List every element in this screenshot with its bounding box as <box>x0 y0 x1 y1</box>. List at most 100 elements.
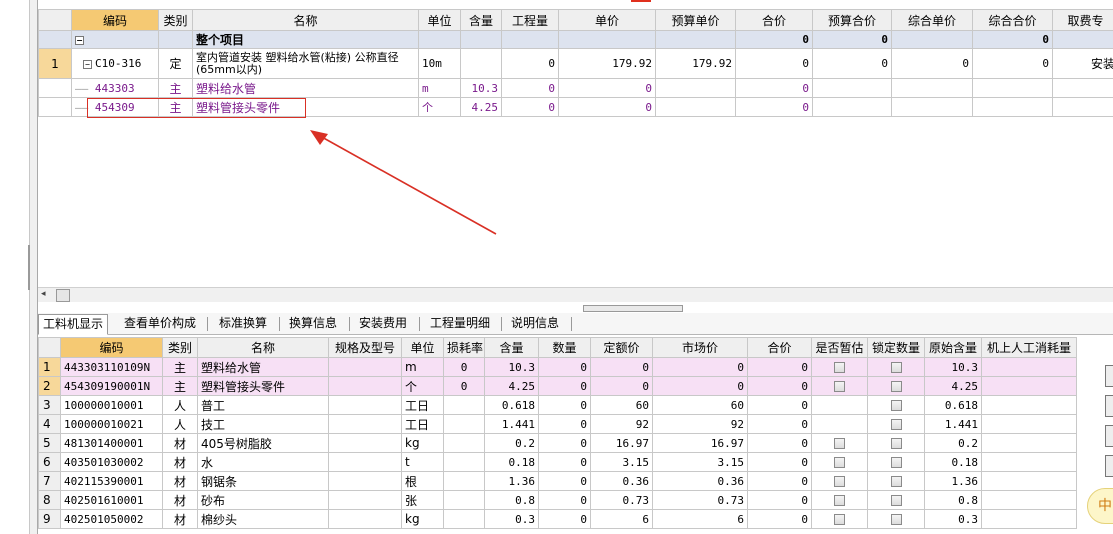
bh-qty[interactable]: 数量 <box>538 337 591 358</box>
bh-spec[interactable]: 规格及型号 <box>328 337 402 358</box>
bh-name[interactable]: 名称 <box>197 337 329 358</box>
row-name[interactable]: 塑料给水管 <box>197 357 329 377</box>
row-code[interactable]: 481301400001 <box>60 433 163 453</box>
row-machine-labor[interactable] <box>981 357 1077 377</box>
item-unit[interactable]: 10m <box>418 48 461 79</box>
bh-content[interactable]: 含量 <box>484 337 539 358</box>
row-code[interactable]: 402501050002 <box>60 509 163 529</box>
sub-name[interactable]: 塑料给水管 <box>192 78 419 98</box>
row-number[interactable]: 6 <box>38 452 61 472</box>
row-number[interactable]: 3 <box>38 395 61 415</box>
row-code[interactable]: 402115390001 <box>60 471 163 491</box>
sub-unit[interactable]: 个 <box>418 97 461 117</box>
row-machine-labor[interactable] <box>981 509 1077 529</box>
row-spec[interactable] <box>328 452 402 472</box>
row-spec[interactable] <box>328 490 402 510</box>
row-market-price[interactable]: 6 <box>652 509 748 529</box>
row-provisional-cell[interactable] <box>811 471 868 491</box>
row-market-price[interactable]: 60 <box>652 395 748 415</box>
row-spec[interactable] <box>328 509 402 529</box>
row-loss[interactable]: 0 <box>443 376 485 396</box>
row-orig-content[interactable]: 0.8 <box>924 490 982 510</box>
row-number[interactable]: 7 <box>38 471 61 491</box>
row-machine-labor[interactable] <box>981 395 1077 415</box>
row-loss[interactable] <box>443 471 485 491</box>
provisional-checkbox[interactable] <box>834 381 845 392</box>
top-header-price[interactable]: 单价 <box>558 9 656 31</box>
item-fee[interactable]: 安装 <box>1052 48 1113 79</box>
tab-labor-material[interactable]: 工料机显示 <box>38 314 109 335</box>
row-orig-content[interactable]: 0.618 <box>924 395 982 415</box>
material-row[interactable]: 3 100000010001 人普工 工日 0.618 0 60 60 0 0.618 <box>38 395 1077 415</box>
row-qty[interactable]: 0 <box>538 471 591 491</box>
row-market-price[interactable]: 0.36 <box>652 471 748 491</box>
top-header-hejia[interactable]: 合价 <box>735 9 813 31</box>
row-spec[interactable] <box>328 395 402 415</box>
row-lock-cell[interactable] <box>867 490 925 510</box>
row-type[interactable]: 主 <box>162 376 198 396</box>
provisional-checkbox[interactable] <box>834 476 845 487</box>
row-content[interactable]: 0.8 <box>484 490 539 510</box>
row-hejia[interactable]: 0 <box>747 471 812 491</box>
item-type[interactable]: 定 <box>158 48 193 79</box>
material-row[interactable]: 1 443303110109N 主塑料给水管 m 0 10.3 0 0 0 0 10.3 <box>38 357 1077 377</box>
row-loss[interactable] <box>443 452 485 472</box>
sub-price[interactable]: 0 <box>558 78 656 98</box>
sub-material-row[interactable]: —— 443303 主 塑料给水管 m 10.3 0 0 0 <box>38 78 1113 98</box>
row-content[interactable]: 0.18 <box>484 452 539 472</box>
material-row[interactable]: 6 403501030002 材水 t 0.18 0 3.15 3.15 0 0.18 <box>38 452 1077 472</box>
row-type[interactable]: 材 <box>162 452 198 472</box>
material-row[interactable]: 7 402115390001 材钢锯条根 1.36 0 0.36 0.36 0 1.36 <box>38 471 1077 491</box>
pane-splitter[interactable] <box>583 305 683 312</box>
tab-quantity-detail[interactable]: 工程量明细 <box>426 314 494 335</box>
quota-item-row[interactable]: 1 − C10-316 定 室内管道安装 塑料给水管(粘接) 公称直径(65mm以… <box>38 48 1113 79</box>
row-hejia[interactable]: 0 <box>747 376 812 396</box>
top-header-code[interactable]: 编码 <box>71 9 159 31</box>
row-machine-labor[interactable] <box>981 490 1077 510</box>
top-header-fee[interactable]: 取费专 <box>1052 9 1113 31</box>
top-header-unit[interactable]: 单位 <box>418 9 461 31</box>
row-provisional-cell[interactable] <box>811 357 868 377</box>
row-qty[interactable]: 0 <box>538 433 591 453</box>
tab-unit-price-breakdown[interactable]: 查看单价构成 <box>120 314 200 335</box>
top-header-ys-hejia[interactable]: 预算合价 <box>812 9 892 31</box>
row-orig-content[interactable]: 4.25 <box>924 376 982 396</box>
row-content[interactable]: 1.36 <box>484 471 539 491</box>
row-quota-price[interactable]: 0 <box>590 376 653 396</box>
row-hejia[interactable]: 0 <box>747 414 812 434</box>
row-spec[interactable] <box>328 414 402 434</box>
row-lock-cell[interactable] <box>867 414 925 434</box>
top-header-zh-price[interactable]: 综合单价 <box>891 9 973 31</box>
row-hejia[interactable]: 0 <box>747 452 812 472</box>
row-content[interactable]: 1.441 <box>484 414 539 434</box>
whole-expander-cell[interactable]: − <box>71 30 159 49</box>
top-header-type[interactable]: 类别 <box>158 9 193 31</box>
row-market-price[interactable]: 3.15 <box>652 452 748 472</box>
tab-conversion-info[interactable]: 换算信息 <box>285 314 341 335</box>
row-market-price[interactable]: 16.97 <box>652 433 748 453</box>
row-spec[interactable] <box>328 376 402 396</box>
sub-content[interactable]: 10.3 <box>460 78 502 98</box>
collapse-icon[interactable]: − <box>83 59 92 69</box>
bh-orig[interactable]: 原始含量 <box>924 337 982 358</box>
row-type[interactable]: 材 <box>162 471 198 491</box>
tab-description[interactable]: 说明信息 <box>507 314 563 335</box>
row-name[interactable]: 普工 <box>197 395 329 415</box>
row-number[interactable]: 8 <box>38 490 61 510</box>
bh-type[interactable]: 类别 <box>162 337 198 358</box>
bh-hejia[interactable]: 合价 <box>747 337 812 358</box>
row-unit[interactable]: t <box>401 452 444 472</box>
row-number[interactable]: 9 <box>38 509 61 529</box>
collapse-icon[interactable]: − <box>75 35 84 45</box>
row-provisional-cell[interactable] <box>811 509 868 529</box>
row-provisional-cell[interactable] <box>811 490 868 510</box>
row-loss[interactable] <box>443 490 485 510</box>
row-quota-price[interactable]: 92 <box>590 414 653 434</box>
row-lock-cell[interactable] <box>867 433 925 453</box>
row-market-price[interactable]: 92 <box>652 414 748 434</box>
row-name[interactable]: 砂布 <box>197 490 329 510</box>
item-name[interactable]: 室内管道安装 塑料给水管(粘接) 公称直径(65mm以内) <box>192 48 419 79</box>
labor-material-grid[interactable]: 编码 类别 名称 规格及型号 单位 损耗率 含量 数量 定额价 市场价 合价 是… <box>38 337 1113 534</box>
item-code-cell[interactable]: − C10-316 <box>71 48 159 79</box>
row-content[interactable]: 10.3 <box>484 357 539 377</box>
